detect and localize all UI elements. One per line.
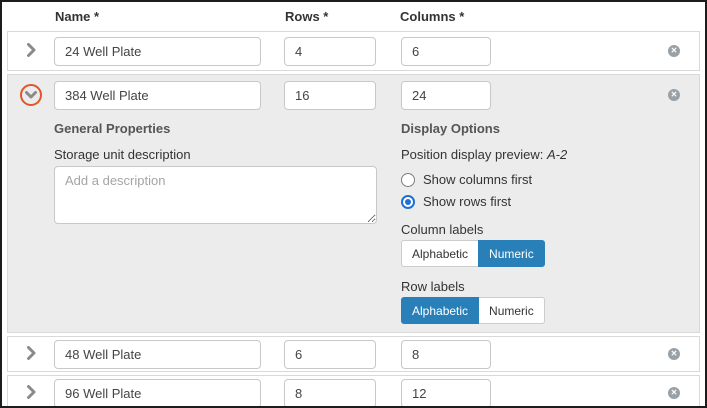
- expand-row-button[interactable]: [8, 346, 54, 363]
- chevron-right-icon: [26, 385, 36, 402]
- column-labels-title: Column labels: [401, 222, 567, 238]
- expand-row-button[interactable]: [8, 385, 54, 402]
- row-main: ✕: [8, 337, 699, 371]
- display-options-section: Display Options Position display preview…: [401, 121, 567, 324]
- storage-description-label: Storage unit description: [54, 147, 378, 163]
- row-labels-numeric-button[interactable]: Numeric: [478, 297, 545, 324]
- column-headers: Name * Rows * Columns *: [2, 2, 705, 31]
- table-row: ✕: [7, 31, 700, 71]
- plate-rows-input[interactable]: [284, 340, 376, 369]
- row-main: ✕: [8, 376, 699, 408]
- name-column-header: Name *: [55, 9, 285, 24]
- radio-show-rows-first[interactable]: Show rows first: [401, 193, 567, 210]
- remove-row-icon[interactable]: ✕: [668, 348, 680, 360]
- table-row: ✕: [7, 375, 700, 408]
- column-labels-numeric-button[interactable]: Numeric: [478, 240, 545, 267]
- display-options-title: Display Options: [401, 121, 567, 137]
- radio-label: Show columns first: [423, 172, 532, 187]
- chevron-down-icon: [20, 84, 42, 106]
- plate-columns-input[interactable]: [401, 379, 491, 408]
- remove-row-icon[interactable]: ✕: [668, 45, 680, 57]
- column-labels-toggle: Alphabetic Numeric: [401, 240, 545, 267]
- chevron-right-icon: [26, 346, 36, 363]
- chevron-right-icon: [26, 43, 36, 60]
- radio-label: Show rows first: [423, 194, 511, 209]
- table-row: ✕ General Properties Storage unit descri…: [7, 74, 700, 333]
- plate-columns-input[interactable]: [401, 37, 491, 66]
- plate-name-input[interactable]: [54, 340, 261, 369]
- general-properties-title: General Properties: [54, 121, 378, 137]
- columns-column-header: Columns *: [400, 9, 464, 24]
- plate-rows-input[interactable]: [284, 379, 376, 408]
- general-properties-section: General Properties Storage unit descript…: [54, 121, 378, 324]
- column-labels-alphabetic-button[interactable]: Alphabetic: [401, 240, 479, 267]
- radio-show-columns-first[interactable]: Show columns first: [401, 171, 567, 188]
- preview-value: A-2: [547, 147, 567, 162]
- plate-rows-input[interactable]: [284, 37, 376, 66]
- radio-selected-icon[interactable]: [401, 195, 415, 209]
- preview-label: Position display preview:: [401, 147, 543, 162]
- expanded-details: General Properties Storage unit descript…: [8, 115, 699, 332]
- row-labels-alphabetic-button[interactable]: Alphabetic: [401, 297, 479, 324]
- plate-columns-input[interactable]: [401, 340, 491, 369]
- table-row: ✕: [7, 336, 700, 372]
- expand-row-button[interactable]: [8, 43, 54, 60]
- row-labels-toggle: Alphabetic Numeric: [401, 297, 545, 324]
- well-plate-editor: Name * Rows * Columns * ✕: [0, 0, 707, 408]
- row-labels-title: Row labels: [401, 279, 567, 295]
- row-main: ✕: [8, 75, 699, 115]
- plate-rows-input[interactable]: [284, 81, 376, 110]
- remove-row-icon[interactable]: ✕: [668, 387, 680, 399]
- plate-columns-input[interactable]: [401, 81, 491, 110]
- plate-name-input[interactable]: [54, 37, 261, 66]
- plate-name-input[interactable]: [54, 81, 261, 110]
- position-display-preview: Position display preview: A-2: [401, 147, 567, 163]
- rows-column-header: Rows *: [285, 9, 400, 24]
- row-main: ✕: [8, 32, 699, 70]
- storage-description-textarea[interactable]: [54, 166, 377, 224]
- plate-name-input[interactable]: [54, 379, 261, 408]
- radio-unselected-icon[interactable]: [401, 173, 415, 187]
- remove-row-icon[interactable]: ✕: [668, 89, 680, 101]
- collapse-row-button[interactable]: [8, 84, 54, 106]
